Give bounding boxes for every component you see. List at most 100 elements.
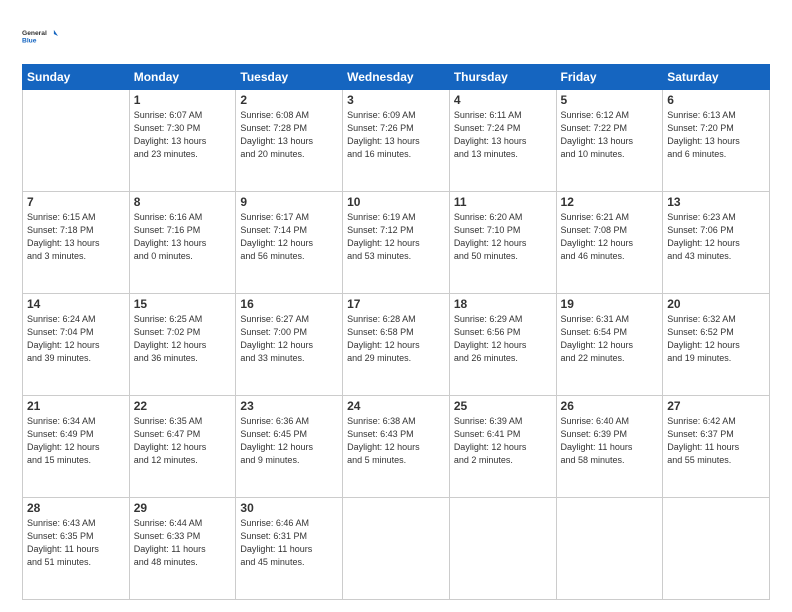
calendar-cell: 5Sunrise: 6:12 AMSunset: 7:22 PMDaylight… (556, 90, 663, 192)
calendar-cell: 29 Sunrise: 6:44 AMSunset: 6:33 PMDayligh… (129, 498, 236, 600)
day-number: 26 (561, 399, 659, 413)
day-info: Sunrise: 6:08 AMSunset: 7:28 PMDaylight:… (240, 109, 338, 161)
calendar-cell: 12Sunrise: 6:21 AMSunset: 7:08 PMDayligh… (556, 192, 663, 294)
day-info: Sunrise: 6:29 AMSunset: 6:56 PMDaylight:… (454, 313, 552, 365)
svg-text:General: General (22, 30, 47, 37)
day-info: Sunrise: 6:16 AMSunset: 7:16 PMDaylight:… (134, 211, 232, 263)
day-number: 27 (667, 399, 765, 413)
page: General Blue SundayMondayTuesdayWednesda… (0, 0, 792, 612)
day-number: 7 (27, 195, 125, 209)
day-number: 5 (561, 93, 659, 107)
day-number: 24 (347, 399, 445, 413)
day-info: Sunrise: 6:35 AMSunset: 6:47 PMDaylight:… (134, 415, 232, 467)
calendar-cell: 22 Sunrise: 6:35 AMSunset: 6:47 PMDayligh… (129, 396, 236, 498)
day-number: 3 (347, 93, 445, 107)
calendar-week-row: 1 Sunrise: 6:07 AMSunset: 7:30 PMDaylight… (23, 90, 770, 192)
weekday-header: Tuesday (236, 65, 343, 90)
day-number: 6 (667, 93, 765, 107)
day-info: Sunrise: 6:21 AMSunset: 7:08 PMDaylight:… (561, 211, 659, 263)
day-number: 10 (347, 195, 445, 209)
day-number: 8 (134, 195, 232, 209)
calendar-cell: 18 Sunrise: 6:29 AMSunset: 6:56 PMDayligh… (449, 294, 556, 396)
day-number: 25 (454, 399, 552, 413)
day-info: Sunrise: 6:43 AMSunset: 6:35 PMDaylight:… (27, 517, 125, 569)
calendar-cell (449, 498, 556, 600)
day-number: 23 (240, 399, 338, 413)
day-number: 11 (454, 195, 552, 209)
calendar-cell (343, 498, 450, 600)
day-number: 28 (27, 501, 125, 515)
day-info: Sunrise: 6:42 AMSunset: 6:37 PMDaylight:… (667, 415, 765, 467)
day-number: 4 (454, 93, 552, 107)
day-info: Sunrise: 6:23 AMSunset: 7:06 PMDaylight:… (667, 211, 765, 263)
day-info: Sunrise: 6:32 AMSunset: 6:52 PMDaylight:… (667, 313, 765, 365)
day-info: Sunrise: 6:39 AMSunset: 6:41 PMDaylight:… (454, 415, 552, 467)
day-info: Sunrise: 6:15 AMSunset: 7:18 PMDaylight:… (27, 211, 125, 263)
day-info: Sunrise: 6:11 AMSunset: 7:24 PMDaylight:… (454, 109, 552, 161)
day-number: 15 (134, 297, 232, 311)
calendar-cell: 17Sunrise: 6:28 AMSunset: 6:58 PMDayligh… (343, 294, 450, 396)
calendar-cell: 27 Sunrise: 6:42 AMSunset: 6:37 PMDayligh… (663, 396, 770, 498)
day-number: 18 (454, 297, 552, 311)
day-info: Sunrise: 6:44 AMSunset: 6:33 PMDaylight:… (134, 517, 232, 569)
day-number: 2 (240, 93, 338, 107)
calendar-cell: 24 Sunrise: 6:38 AMSunset: 6:43 PMDayligh… (343, 396, 450, 498)
header: General Blue (22, 18, 770, 54)
day-info: Sunrise: 6:20 AMSunset: 7:10 PMDaylight:… (454, 211, 552, 263)
calendar-cell: 9Sunrise: 6:17 AMSunset: 7:14 PMDaylight… (236, 192, 343, 294)
calendar-week-row: 21Sunrise: 6:34 AMSunset: 6:49 PMDayligh… (23, 396, 770, 498)
calendar-cell: 13 Sunrise: 6:23 AMSunset: 7:06 PMDayligh… (663, 192, 770, 294)
day-number: 29 (134, 501, 232, 515)
calendar-cell: 25 Sunrise: 6:39 AMSunset: 6:41 PMDayligh… (449, 396, 556, 498)
day-number: 13 (667, 195, 765, 209)
day-info: Sunrise: 6:07 AMSunset: 7:30 PMDaylight:… (134, 109, 232, 161)
calendar-week-row: 14 Sunrise: 6:24 AMSunset: 7:04 PMDayligh… (23, 294, 770, 396)
calendar-cell: 21Sunrise: 6:34 AMSunset: 6:49 PMDayligh… (23, 396, 130, 498)
day-info: Sunrise: 6:28 AMSunset: 6:58 PMDaylight:… (347, 313, 445, 365)
day-info: Sunrise: 6:40 AMSunset: 6:39 PMDaylight:… (561, 415, 659, 467)
svg-text:Blue: Blue (22, 38, 37, 45)
day-number: 16 (240, 297, 338, 311)
weekday-header: Wednesday (343, 65, 450, 90)
day-info: Sunrise: 6:25 AMSunset: 7:02 PMDaylight:… (134, 313, 232, 365)
logo-svg: General Blue (22, 18, 58, 54)
weekday-header: Thursday (449, 65, 556, 90)
calendar-cell: 15 Sunrise: 6:25 AMSunset: 7:02 PMDayligh… (129, 294, 236, 396)
calendar-table: SundayMondayTuesdayWednesdayThursdayFrid… (22, 64, 770, 600)
calendar-cell: 10Sunrise: 6:19 AMSunset: 7:12 PMDayligh… (343, 192, 450, 294)
day-info: Sunrise: 6:31 AMSunset: 6:54 PMDaylight:… (561, 313, 659, 365)
day-number: 30 (240, 501, 338, 515)
weekday-header: Saturday (663, 65, 770, 90)
calendar-cell: 11 Sunrise: 6:20 AMSunset: 7:10 PMDayligh… (449, 192, 556, 294)
calendar-cell: 16 Sunrise: 6:27 AMSunset: 7:00 PMDayligh… (236, 294, 343, 396)
day-info: Sunrise: 6:27 AMSunset: 7:00 PMDaylight:… (240, 313, 338, 365)
calendar-cell (556, 498, 663, 600)
calendar-cell: 20 Sunrise: 6:32 AMSunset: 6:52 PMDayligh… (663, 294, 770, 396)
day-info: Sunrise: 6:46 AMSunset: 6:31 PMDaylight:… (240, 517, 338, 569)
day-info: Sunrise: 6:09 AMSunset: 7:26 PMDaylight:… (347, 109, 445, 161)
day-number: 14 (27, 297, 125, 311)
day-info: Sunrise: 6:13 AMSunset: 7:20 PMDaylight:… (667, 109, 765, 161)
day-number: 1 (134, 93, 232, 107)
calendar-cell: 26 Sunrise: 6:40 AMSunset: 6:39 PMDayligh… (556, 396, 663, 498)
day-number: 19 (561, 297, 659, 311)
day-number: 22 (134, 399, 232, 413)
calendar-cell: 1 Sunrise: 6:07 AMSunset: 7:30 PMDaylight… (129, 90, 236, 192)
weekday-header: Friday (556, 65, 663, 90)
calendar-cell: 23Sunrise: 6:36 AMSunset: 6:45 PMDayligh… (236, 396, 343, 498)
day-number: 20 (667, 297, 765, 311)
weekday-header: Sunday (23, 65, 130, 90)
calendar-header-row: SundayMondayTuesdayWednesdayThursdayFrid… (23, 65, 770, 90)
calendar-cell: 19 Sunrise: 6:31 AMSunset: 6:54 PMDayligh… (556, 294, 663, 396)
day-info: Sunrise: 6:24 AMSunset: 7:04 PMDaylight:… (27, 313, 125, 365)
day-number: 9 (240, 195, 338, 209)
calendar-cell: 2 Sunrise: 6:08 AMSunset: 7:28 PMDaylight… (236, 90, 343, 192)
calendar-week-row: 7 Sunrise: 6:15 AMSunset: 7:18 PMDaylight… (23, 192, 770, 294)
calendar-cell: 4 Sunrise: 6:11 AMSunset: 7:24 PMDaylight… (449, 90, 556, 192)
calendar-cell: 30 Sunrise: 6:46 AMSunset: 6:31 PMDayligh… (236, 498, 343, 600)
weekday-header: Monday (129, 65, 236, 90)
calendar-cell (23, 90, 130, 192)
day-info: Sunrise: 6:38 AMSunset: 6:43 PMDaylight:… (347, 415, 445, 467)
calendar-week-row: 28 Sunrise: 6:43 AMSunset: 6:35 PMDayligh… (23, 498, 770, 600)
day-info: Sunrise: 6:34 AMSunset: 6:49 PMDaylight:… (27, 415, 125, 467)
